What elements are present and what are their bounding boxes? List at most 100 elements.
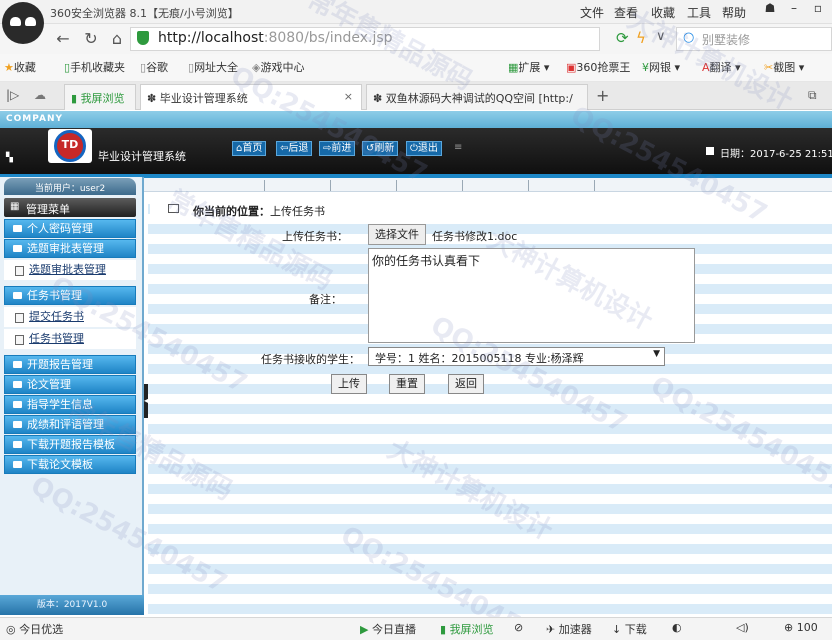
screen-icon: ▮ [71, 92, 78, 105]
sidebar-item-opening-report[interactable]: 开题报告管理 [4, 355, 136, 374]
status-split-screen[interactable]: ▮ 我屏浏览 [440, 621, 494, 637]
list-icon: ≡ [454, 142, 463, 153]
ext-extensions[interactable]: ▦扩展 ▾ [508, 59, 549, 75]
date-square-icon [706, 147, 714, 155]
browser-logo-icon[interactable] [2, 2, 44, 44]
nav-divider [528, 180, 529, 191]
screen-icon: ▮ [440, 623, 447, 636]
close-icon[interactable]: × [344, 90, 353, 103]
reset-button[interactable]: 重置 [389, 374, 425, 394]
yen-icon: ¥ [642, 61, 649, 74]
eye-icon: ◎ [6, 623, 16, 636]
company-bar [0, 111, 832, 128]
version-label: 版本：2017V1.0 [0, 595, 144, 615]
toolbar-back-button[interactable]: ⇦后退 [276, 141, 313, 156]
ext-tickets[interactable]: ▣360抢票王 [566, 59, 630, 75]
company-label: COMPANY [6, 114, 63, 124]
bookmark-games[interactable]: ◈游戏中心 [252, 59, 304, 75]
toolbar-refresh-button[interactable]: ↺刷新 [362, 141, 399, 156]
toolbar-logout-button[interactable]: ⏻退出 [406, 141, 442, 156]
tab-split-screen[interactable]: ▮ 我屏浏览 [64, 84, 136, 110]
paw-icon: ✽ [373, 92, 383, 105]
toolbar-home-button[interactable]: ⌂首页 [232, 141, 267, 156]
star-icon: ★ [4, 61, 14, 74]
play-icon: ▶ [360, 623, 369, 636]
sync-icon[interactable]: ⟳ [616, 29, 629, 47]
nav-divider [330, 180, 331, 191]
sidebar-item-report-template[interactable]: 下载开题报告模板 [4, 435, 136, 454]
selected-file-name: 任务书修改1.doc [432, 230, 518, 243]
status-accelerator[interactable]: ✈ 加速器 [546, 621, 592, 637]
bookmark-favorites[interactable]: ★收藏 [4, 59, 36, 75]
zoom-level[interactable]: ⊕ 100 [784, 621, 818, 634]
ext-screenshot[interactable]: ✂截图 ▾ [764, 59, 804, 75]
menu-file[interactable]: 文件 [580, 4, 604, 21]
search-input[interactable] [676, 27, 832, 51]
sidebar-item-password[interactable]: 个人密码管理 [4, 219, 136, 238]
chevron-down-icon[interactable]: ∨ [656, 29, 666, 44]
back-button[interactable]: 返回 [448, 374, 484, 394]
choose-file-button[interactable]: 选择文件 [368, 224, 426, 245]
bookmark-nav[interactable]: ▯网址大全 [188, 59, 238, 75]
bookmark-mobile[interactable]: ▯手机收藏夹 [64, 59, 125, 75]
tab-graduation-system[interactable]: ✽ 毕业设计管理系统 × [140, 84, 362, 110]
sidebar-toggle-icon[interactable]: |▷ [6, 88, 19, 102]
status-downloads[interactable]: ↓ 下载 [612, 621, 647, 637]
toolbar-forward-button[interactable]: ⇨前进 [319, 141, 356, 156]
status-featured[interactable]: ◎ 今日优选 [6, 621, 63, 637]
sidebar-item-students[interactable]: 指导学生信息 [4, 395, 136, 414]
menu-tools[interactable]: 工具 [687, 4, 711, 21]
date-display: 日期：2017-6-25 21:51 [720, 149, 832, 160]
maximize-button[interactable]: ▫ [806, 1, 830, 19]
sidebar-item-task-book[interactable]: 任务书管理 [4, 286, 136, 305]
web-page: COMPANY ▚ TD 毕业设计管理系统 ⌂首页 ⇦后退 ⇨前进 ↺刷新 ⏻退… [0, 111, 832, 615]
status-bar [0, 617, 832, 640]
nav-divider [462, 180, 463, 191]
back-arrow-icon[interactable]: ← [52, 28, 74, 50]
menu-view[interactable]: 查看 [614, 4, 638, 21]
window-title: 360安全浏览器 8.1【无痕/小号浏览】 [50, 7, 239, 20]
menu-favorites[interactable]: 收藏 [651, 4, 675, 21]
new-tab-button[interactable]: + [596, 86, 609, 105]
menu-help[interactable]: 帮助 [722, 4, 746, 21]
student-select[interactable]: 学号：1 姓名：2015005118 专业:杨泽辉 ▼ [368, 347, 665, 366]
skin-icon[interactable]: ☗ [758, 1, 782, 19]
shield-icon [137, 31, 149, 45]
status-network-icon[interactable]: ⊘ [514, 621, 523, 634]
tab-qq-space[interactable]: ✽ 双鱼林源码大神调试的QQ空间 [http:/ [366, 84, 588, 110]
upload-button[interactable]: 上传 [331, 374, 367, 394]
nav-divider [594, 180, 595, 191]
page-icon [168, 204, 179, 213]
menu-heading: ▦ 管理菜单 [4, 198, 136, 217]
minimize-button[interactable]: – [782, 1, 806, 19]
ext-translate[interactable]: A翻译 ▾ [702, 59, 741, 75]
home-icon[interactable]: ⌂ [106, 28, 128, 50]
scissors-icon: ✂ [764, 61, 774, 74]
remark-label: 备注： [309, 293, 342, 306]
remark-textarea[interactable]: 你的任务书认真看下 [368, 248, 695, 343]
sidebar-link-manage-task[interactable]: 任务书管理 [4, 329, 136, 349]
rocket-icon: ✈ [546, 623, 556, 636]
sidebar-link-submit-task[interactable]: 提交任务书 [4, 307, 136, 327]
tab-restore-icon[interactable]: ⧉ [808, 88, 817, 103]
sidebar-item-topic-approval[interactable]: 选题审批表管理 [4, 239, 136, 258]
search-placeholder: 别墅装修 [702, 33, 751, 47]
student-label: 任务书接收的学生： [261, 353, 360, 366]
refresh-icon[interactable]: ↻ [80, 28, 102, 50]
lightning-icon[interactable]: ϟ [636, 29, 646, 47]
status-tool-icon[interactable]: ◐ [672, 621, 682, 634]
sidebar-link-topic-approval[interactable]: 选题审批表管理 [4, 260, 136, 280]
dropdown-arrow-icon: ▼ [653, 349, 660, 359]
url-text[interactable]: http://localhost:8080/bs/index.jsp [158, 30, 393, 46]
status-volume-icon[interactable]: ◁) [736, 621, 749, 634]
sidebar-item-thesis[interactable]: 论文管理 [4, 375, 136, 394]
sidebar-item-thesis-template[interactable]: 下载论文模板 [4, 455, 136, 474]
search-icon: ○ [683, 30, 695, 45]
status-live[interactable]: ▶ 今日直播 [360, 621, 416, 637]
bookmark-google[interactable]: ▯谷歌 [140, 59, 168, 75]
cloud-icon[interactable]: ☁ [34, 88, 46, 102]
grid-menu-icon: ▚ [6, 153, 13, 163]
ext-bank[interactable]: ¥网银 ▾ [642, 59, 680, 75]
sidebar-item-grades[interactable]: 成绩和评语管理 [4, 415, 136, 434]
current-user: 当前用户：user2 [34, 184, 106, 194]
